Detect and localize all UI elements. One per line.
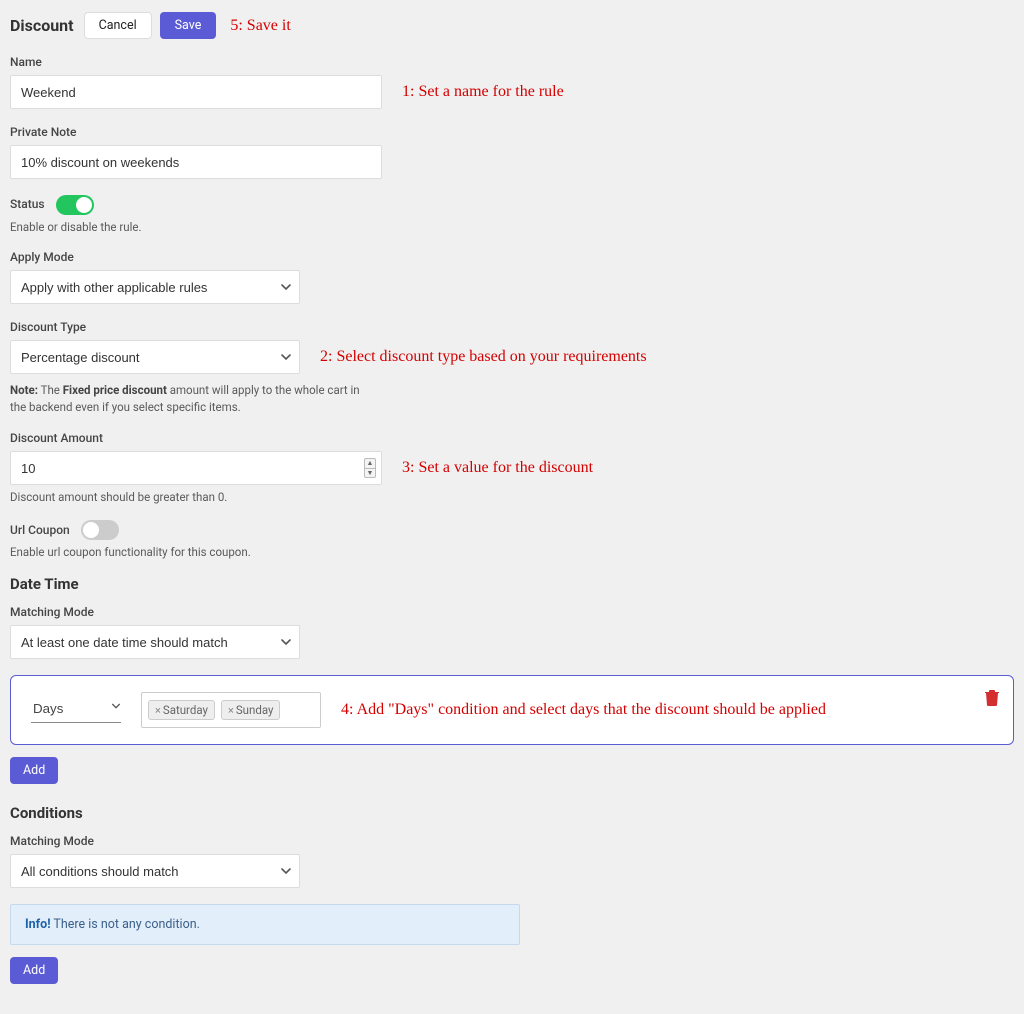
- note-before: The: [38, 383, 63, 397]
- status-toggle[interactable]: [56, 195, 94, 215]
- annotation-1: 1: Set a name for the rule: [402, 83, 564, 101]
- url-coupon-label: Url Coupon: [10, 523, 70, 537]
- save-button[interactable]: Save: [160, 12, 217, 39]
- dt-match-label: Matching Mode: [10, 605, 1014, 619]
- cond-match-label: Matching Mode: [10, 834, 1014, 848]
- discount-amount-help: Discount amount should be greater than 0…: [10, 490, 1014, 504]
- conditions-heading: Conditions: [10, 804, 1014, 822]
- discount-type-label: Discount Type: [10, 320, 1014, 334]
- page-title: Discount: [10, 16, 74, 35]
- info-text: There is not any condition.: [51, 917, 200, 932]
- discount-amount-label: Discount Amount: [10, 431, 1014, 445]
- annotation-5: 5: Save it: [230, 17, 290, 35]
- datetime-heading: Date Time: [10, 575, 1014, 593]
- remove-tag-icon[interactable]: ×: [155, 704, 161, 717]
- annotation-2: 2: Select discount type based on your re…: [320, 348, 647, 366]
- annotation-4: 4: Add "Days" condition and select days …: [341, 701, 826, 719]
- tag-saturday[interactable]: ×Saturday: [148, 700, 215, 720]
- remove-tag-icon[interactable]: ×: [228, 704, 234, 717]
- name-label: Name: [10, 55, 1014, 69]
- status-help: Enable or disable the rule.: [10, 220, 1014, 234]
- url-coupon-help: Enable url coupon functionality for this…: [10, 545, 1014, 559]
- url-coupon-toggle[interactable]: [81, 520, 119, 540]
- private-note-label: Private Note: [10, 125, 1014, 139]
- stepper-up[interactable]: ▲: [364, 458, 376, 468]
- cond-match-select[interactable]: [10, 854, 300, 888]
- private-note-input[interactable]: [10, 145, 382, 179]
- add-datetime-button[interactable]: Add: [10, 757, 58, 784]
- apply-mode-label: Apply Mode: [10, 250, 1014, 264]
- stepper-down[interactable]: ▼: [364, 468, 376, 478]
- discount-amount-input[interactable]: [10, 451, 382, 485]
- note-bold: Fixed price discount: [63, 383, 167, 397]
- apply-mode-select[interactable]: [10, 270, 300, 304]
- delete-rule-button[interactable]: [985, 690, 999, 706]
- note-prefix: Note:: [10, 383, 38, 397]
- dt-match-select[interactable]: [10, 625, 300, 659]
- conditions-info: Info! There is not any condition.: [10, 904, 520, 945]
- cancel-button[interactable]: Cancel: [84, 12, 152, 39]
- datetime-rule-row: ×Saturday ×Sunday 4: Add "Days" conditio…: [10, 675, 1014, 745]
- discount-type-select[interactable]: [10, 340, 300, 374]
- days-tag-input[interactable]: ×Saturday ×Sunday: [141, 692, 321, 728]
- status-label: Status: [10, 197, 45, 211]
- name-input[interactable]: [10, 75, 382, 109]
- tag-sunday[interactable]: ×Sunday: [221, 700, 281, 720]
- info-prefix: Info!: [25, 917, 51, 932]
- add-condition-button[interactable]: Add: [10, 957, 58, 984]
- annotation-3: 3: Set a value for the discount: [402, 459, 593, 477]
- rule-type-select[interactable]: [31, 697, 121, 723]
